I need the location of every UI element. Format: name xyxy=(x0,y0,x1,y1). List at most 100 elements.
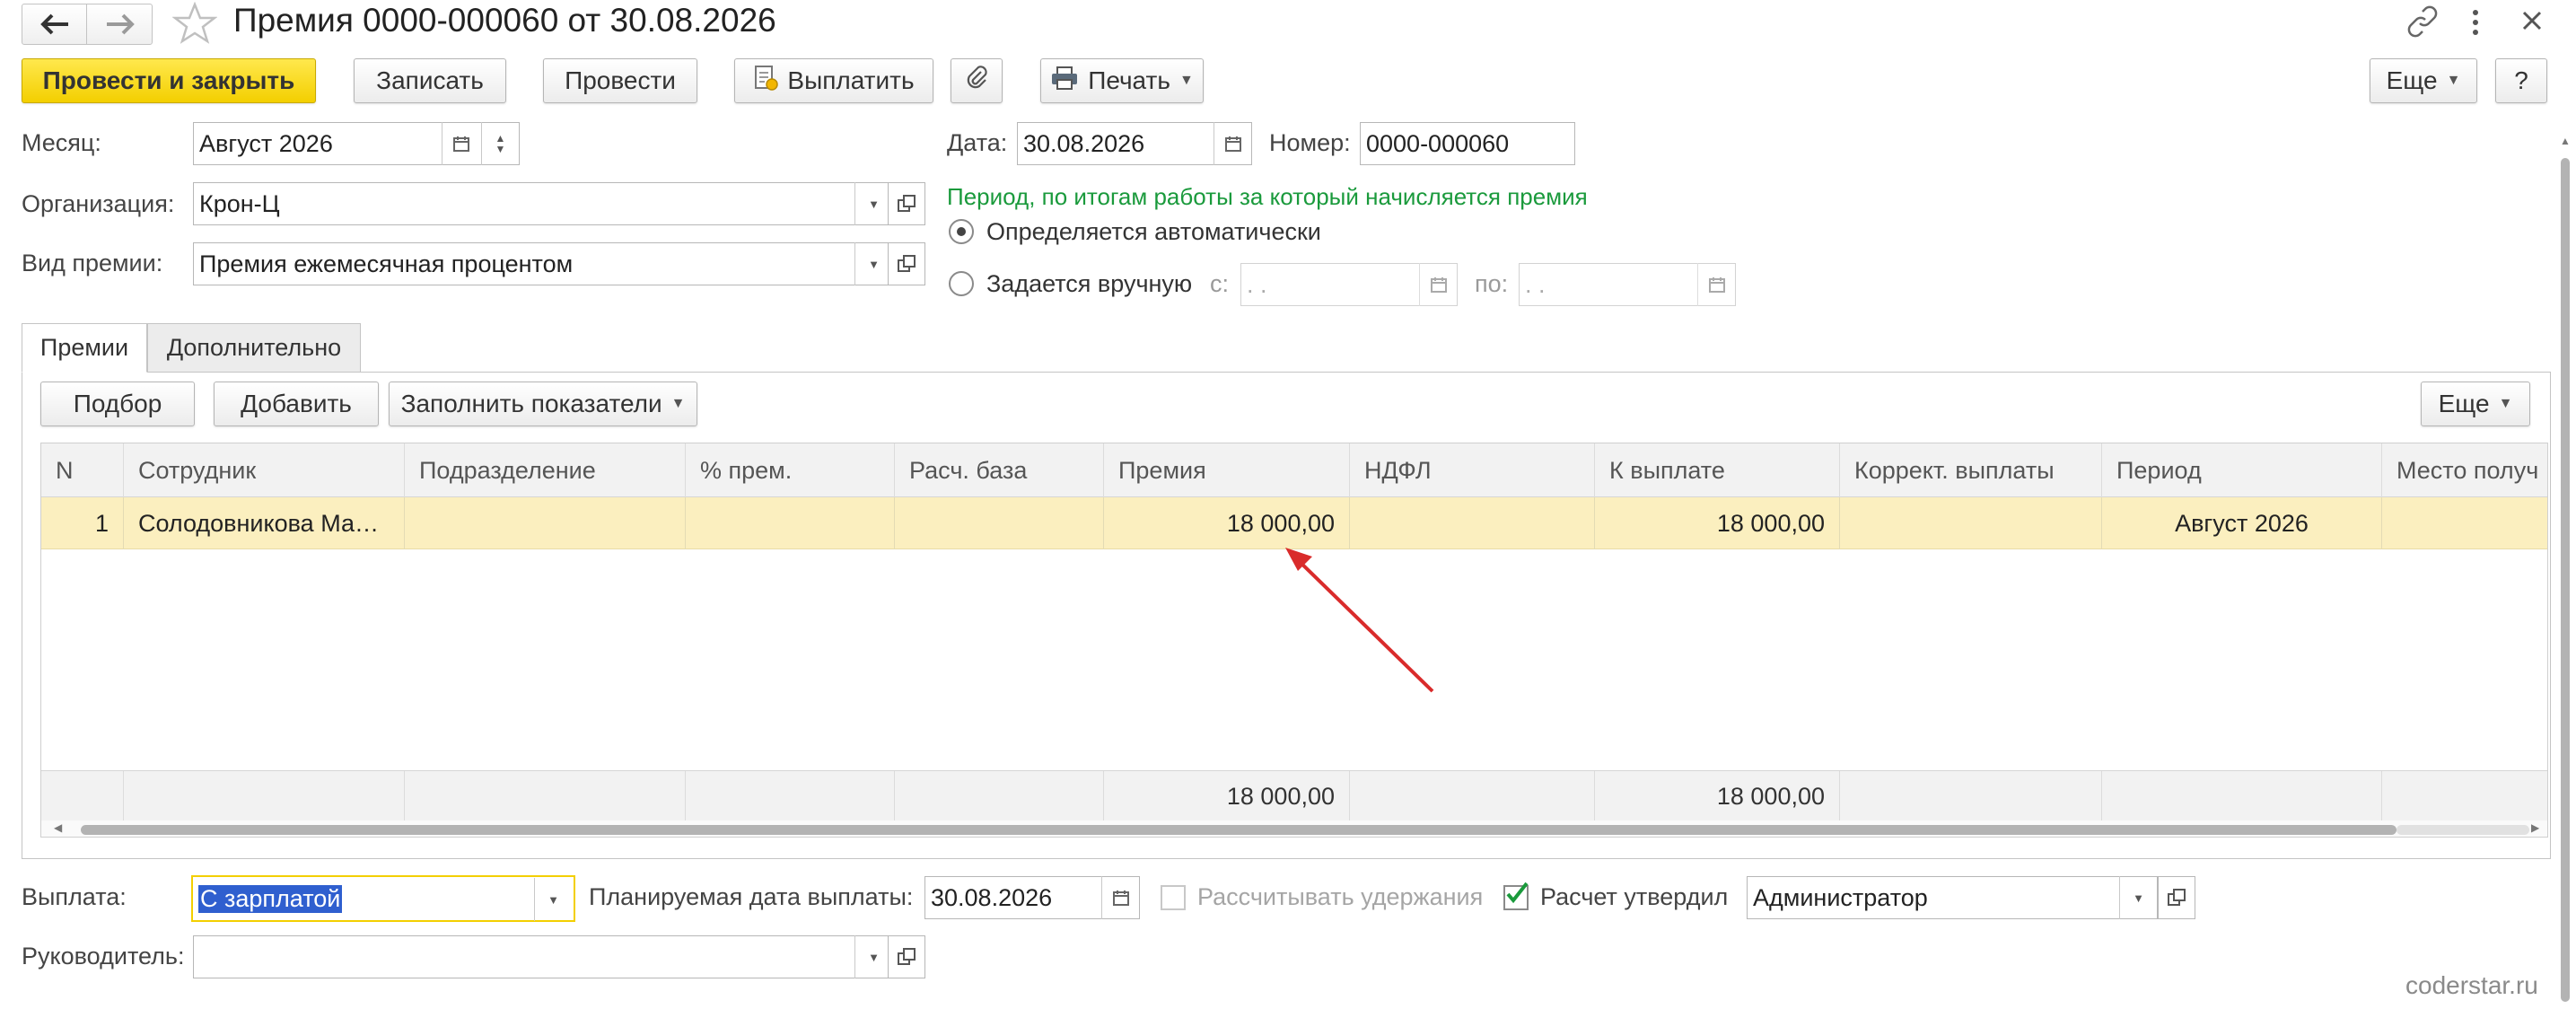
to-date-field[interactable]: . . xyxy=(1519,263,1736,306)
save-button[interactable]: Записать xyxy=(354,58,506,103)
row-number: 1 xyxy=(41,497,124,549)
organization-value: Крон-Ц xyxy=(199,189,280,217)
link-icon[interactable] xyxy=(2405,5,2440,42)
favorite-star-icon[interactable] xyxy=(171,1,218,49)
bonus-type-field[interactable]: Премия ежемесячная процентом ▼ xyxy=(193,242,893,285)
table-more-button[interactable]: Еще ▼ xyxy=(2421,382,2530,426)
planned-date-field[interactable]: 30.08.2026 xyxy=(924,876,1140,919)
help-button[interactable]: ? xyxy=(2495,58,2547,103)
column-header[interactable]: К выплате xyxy=(1595,443,1840,497)
planned-date-label: Планируемая дата выплаты: xyxy=(589,883,914,910)
dropdown-arrow-icon[interactable]: ▼ xyxy=(534,878,572,921)
column-header[interactable]: Премия xyxy=(1104,443,1350,497)
dropdown-arrow-icon[interactable]: ▼ xyxy=(2119,876,2157,919)
payable-cell[interactable]: 18 000,00 xyxy=(1595,497,1840,549)
column-header[interactable]: Расч. база xyxy=(895,443,1104,497)
scroll-up-icon[interactable]: ▲ xyxy=(2560,135,2571,147)
attach-button[interactable] xyxy=(951,58,1003,103)
calendar-icon[interactable] xyxy=(1214,122,1251,165)
number-field[interactable]: 0000-000060 xyxy=(1360,122,1575,165)
organization-field[interactable]: Крон-Ц ▼ xyxy=(193,182,893,225)
back-arrow-icon[interactable] xyxy=(22,4,87,44)
close-icon[interactable] xyxy=(2520,9,2544,37)
bonus-type-value: Премия ежемесячная процентом xyxy=(199,250,574,277)
add-label: Добавить xyxy=(241,390,352,417)
column-header[interactable]: НДФЛ xyxy=(1350,443,1595,497)
open-organization-button[interactable] xyxy=(888,182,925,225)
post-and-close-button[interactable]: Провести и закрыть xyxy=(22,58,316,103)
stepper-down-icon[interactable]: ▼ xyxy=(495,144,506,154)
calc-deductions-checkbox[interactable] xyxy=(1161,885,1186,910)
tab-additional[interactable]: Дополнительно xyxy=(147,323,361,372)
from-date-field[interactable]: . . xyxy=(1240,263,1458,306)
calendar-icon[interactable] xyxy=(442,122,479,165)
column-header[interactable]: Сотрудник xyxy=(124,443,405,497)
payment-field[interactable]: С зарплатой ▼ xyxy=(191,875,575,922)
open-window-icon xyxy=(898,255,916,272)
column-header[interactable]: Подразделение xyxy=(405,443,686,497)
calendar-icon[interactable] xyxy=(1419,263,1457,306)
post-label: Провести xyxy=(565,66,676,94)
approved-checkbox[interactable] xyxy=(1503,882,1529,910)
watermark: coderstar.ru xyxy=(2405,971,2538,999)
open-window-icon xyxy=(898,948,916,965)
scroll-left-icon[interactable]: ◀ xyxy=(54,821,62,834)
column-header[interactable]: N xyxy=(41,443,124,497)
dropdown-arrow-icon[interactable]: ▼ xyxy=(854,242,892,285)
post-button[interactable]: Провести xyxy=(543,58,697,103)
open-bonus-type-button[interactable] xyxy=(888,242,925,285)
chevron-down-icon: ▼ xyxy=(2498,396,2513,411)
correction-cell[interactable] xyxy=(1840,497,2102,549)
pay-button[interactable]: Выплатить xyxy=(734,58,933,103)
department-cell[interactable] xyxy=(405,497,686,549)
scrollbar-thumb[interactable] xyxy=(81,825,2396,835)
nav-back-forward xyxy=(22,4,153,45)
vertical-scrollbar[interactable]: ▲ xyxy=(2558,135,2572,1009)
forward-arrow-icon[interactable] xyxy=(88,4,153,44)
column-header[interactable]: Место получ xyxy=(2382,443,2547,497)
month-stepper[interactable]: ▲ ▼ xyxy=(481,122,519,165)
column-header[interactable]: % прем. xyxy=(686,443,895,497)
manager-field[interactable]: ▼ xyxy=(193,935,893,978)
date-field[interactable]: 30.08.2026 xyxy=(1017,122,1252,165)
fill-indicators-label: Заполнить показатели xyxy=(400,390,662,417)
pick-button[interactable]: Подбор xyxy=(40,382,195,426)
footer-cell xyxy=(124,771,405,821)
base-cell[interactable] xyxy=(895,497,1104,549)
post-and-close-label: Провести и закрыть xyxy=(42,66,295,94)
tab-bonuses[interactable]: Премии xyxy=(22,323,147,373)
checkmark-icon xyxy=(1506,882,1529,904)
column-header[interactable]: Период xyxy=(2102,443,2382,497)
radio-manual[interactable] xyxy=(949,271,974,296)
bonus-type-label: Вид премии: xyxy=(22,250,163,276)
pay-document-icon xyxy=(753,65,779,98)
open-window-icon xyxy=(898,195,916,212)
vertical-scrollbar-thumb[interactable] xyxy=(2561,158,2570,1002)
period-cell[interactable]: Август 2026 xyxy=(2102,497,2382,549)
footer-cell xyxy=(1350,771,1595,821)
add-button[interactable]: Добавить xyxy=(214,382,379,426)
percent-cell[interactable] xyxy=(686,497,895,549)
scroll-right-icon[interactable]: ▶ xyxy=(2531,821,2539,834)
place-cell[interactable] xyxy=(2382,497,2547,549)
approved-by-field[interactable]: Администратор ▼ xyxy=(1747,876,2158,919)
dropdown-arrow-icon[interactable]: ▼ xyxy=(854,182,892,225)
calc-deductions-label: Рассчитывать удержания xyxy=(1197,883,1484,910)
horizontal-scrollbar[interactable]: ◀ ▶ xyxy=(41,820,2547,837)
footer-bonus-total: 18 000,00 xyxy=(1104,771,1350,821)
dropdown-arrow-icon[interactable]: ▼ xyxy=(854,935,892,978)
calendar-icon[interactable] xyxy=(1101,876,1139,919)
employee-cell[interactable]: Солодовникова Ма… xyxy=(124,497,405,549)
open-approved-by-button[interactable] xyxy=(2158,876,2195,919)
footer-cell xyxy=(686,771,895,821)
radio-auto[interactable] xyxy=(949,219,974,244)
save-label: Записать xyxy=(376,66,484,94)
month-field[interactable]: Август 2026 ▲ ▼ xyxy=(193,122,520,165)
kebab-menu-icon[interactable] xyxy=(2470,7,2481,42)
fill-indicators-button[interactable]: Заполнить показатели ▼ xyxy=(389,382,697,426)
more-button[interactable]: Еще ▼ xyxy=(2370,58,2477,103)
column-header[interactable]: Коррект. выплаты xyxy=(1840,443,2102,497)
print-button[interactable]: Печать ▼ xyxy=(1040,58,1204,103)
open-manager-button[interactable] xyxy=(888,935,925,978)
calendar-icon[interactable] xyxy=(1697,263,1735,306)
